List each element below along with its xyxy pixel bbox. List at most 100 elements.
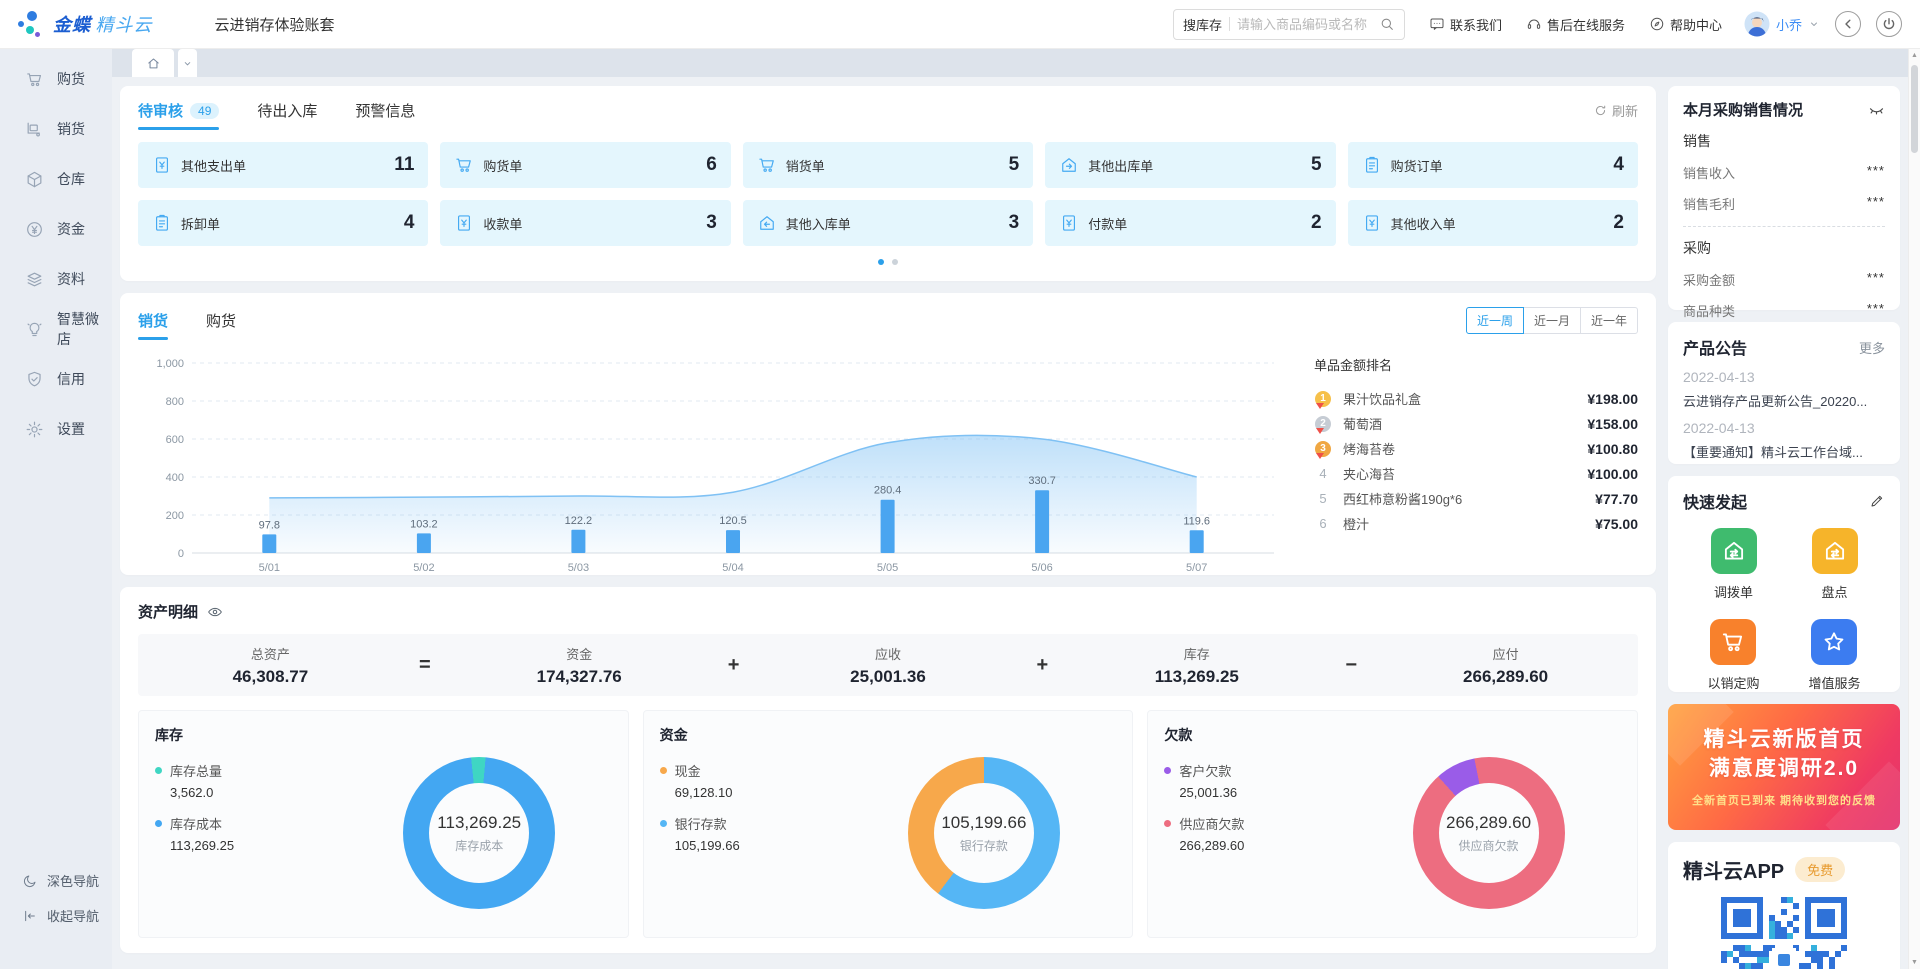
todo-card[interactable]: 拆卸单4: [138, 200, 428, 246]
quick-item-value-added[interactable]: 增值服务: [1808, 619, 1860, 692]
scrollbar[interactable]: ▲ ▼: [1908, 49, 1920, 969]
carousel-dots[interactable]: [138, 259, 1638, 265]
sidebar-item-settings[interactable]: 设置: [0, 404, 112, 454]
sidebar-item-sales[interactable]: 销货: [0, 104, 112, 154]
todo-tab-2[interactable]: 待出入库: [257, 100, 317, 130]
todo-card[interactable]: 销货单5: [743, 142, 1033, 188]
app-panel: 精斗云APP 免费: [1668, 842, 1900, 969]
sidebar-collapse-nav[interactable]: 收起导航: [22, 906, 112, 925]
sidebar-item-materials[interactable]: 资料: [0, 254, 112, 304]
sidebar-item-credit[interactable]: 信用: [0, 354, 112, 404]
todo-tab-1[interactable]: 待审核49: [138, 100, 219, 130]
sell-icon: [25, 120, 44, 139]
contact-link[interactable]: 联系我们: [1429, 15, 1502, 34]
ranking-title: 单品金额排名: [1314, 355, 1638, 374]
survey-banner[interactable]: 精斗云新版首页 满意度调研2.0 全新首页已到来 期待收到您的反馈: [1668, 704, 1900, 830]
scroll-up-arrow[interactable]: ▲: [1911, 52, 1918, 59]
asset-card-title: 库存: [155, 725, 612, 745]
product-amount: ¥158.00: [1587, 416, 1638, 432]
edit-icon[interactable]: [1869, 493, 1885, 509]
filter-1[interactable]: 近一周: [1466, 307, 1524, 334]
carousel-dot[interactable]: [892, 259, 898, 265]
assets-title-row: 资产明细: [138, 601, 1638, 622]
tab-home[interactable]: [132, 49, 174, 77]
right-column: 本月采购销售情况 销售销售收入***销售毛利***采购采购金额***商品种类**…: [1668, 86, 1900, 969]
logout-button[interactable]: [1876, 11, 1902, 37]
todo-card[interactable]: 其他入库单3: [743, 200, 1033, 246]
rank-indicator: 1: [1314, 391, 1332, 407]
scroll-down-arrow[interactable]: ▼: [1911, 959, 1918, 966]
brand-logo[interactable]: 金蝶 精斗云: [18, 10, 152, 38]
ranking-row: 2葡萄酒¥158.00: [1314, 411, 1638, 436]
sidebar-dark-nav[interactable]: 深色导航: [22, 871, 112, 890]
todo-card[interactable]: 付款单2: [1045, 200, 1335, 246]
legend-dot: [1164, 767, 1171, 774]
legend-text: 库存总量: [170, 761, 222, 780]
todo-card[interactable]: 其他支出单11: [138, 142, 428, 188]
search-input[interactable]: [1237, 17, 1372, 32]
asset-card-1: 资金现金69,128.10银行存款105,199.66105,199.66银行存…: [643, 710, 1134, 938]
sidebar-nav: 购货销货仓库资金资料智慧微店信用设置: [0, 54, 112, 454]
search-scope-label[interactable]: 搜库存: [1183, 15, 1222, 34]
svg-text:5/05: 5/05: [877, 562, 898, 574]
todo-card[interactable]: 购货订单4: [1348, 142, 1638, 188]
month-row: 采购金额***: [1683, 270, 1885, 289]
user-menu[interactable]: 小乔: [1744, 11, 1820, 37]
trend-tab-1[interactable]: 销货: [138, 310, 168, 340]
sidebar-footer-label: 深色导航: [47, 871, 99, 890]
todo-card-count: 2: [1613, 212, 1624, 234]
cart-icon: [25, 70, 44, 89]
equation-label: 库存: [1064, 644, 1329, 663]
todo-card[interactable]: 其他出库单5: [1045, 142, 1335, 188]
ranking-row: 6橙汁¥75.00: [1314, 511, 1638, 536]
refresh-button[interactable]: 刷新: [1594, 101, 1638, 129]
announcement-link[interactable]: 云进销存产品更新公告_20220...: [1683, 391, 1885, 410]
todo-card[interactable]: 购货单6: [440, 142, 730, 188]
equation-item: 库存113,269.25: [1064, 644, 1329, 687]
sidebar-item-warehouse[interactable]: 仓库: [0, 154, 112, 204]
product-amount: ¥100.00: [1587, 466, 1638, 482]
quick-item-stocktake[interactable]: 盘点: [1812, 528, 1858, 601]
donut-wrap: 105,199.66银行存款: [851, 753, 1116, 909]
ranking-row: 3烤海苔卷¥100.80: [1314, 436, 1638, 461]
product-amount: ¥198.00: [1587, 391, 1638, 407]
rank-indicator: 2: [1314, 416, 1332, 432]
eye-icon[interactable]: [207, 604, 223, 620]
sidebar-item-purchase[interactable]: 购货: [0, 54, 112, 104]
back-button[interactable]: [1835, 11, 1861, 37]
search-icon[interactable]: [1379, 16, 1395, 32]
moon-icon: [22, 873, 38, 889]
equation-value: 25,001.36: [756, 667, 1021, 687]
sales-trend-panel: 销货购货 近一周近一月近一年 02004006008001,00097.85/0…: [120, 293, 1656, 575]
medal-icon: 3: [1315, 441, 1331, 457]
main-column: 待审核49 待出入库 预警信息 刷新 其他支出单11 购货单6 销货单5 其他出库单5 购货…: [120, 86, 1656, 969]
announcement-link[interactable]: 【重要通知】精斗云工作台域...: [1683, 442, 1885, 461]
todo-card[interactable]: 其他收入单2: [1348, 200, 1638, 246]
tab-dropdown[interactable]: [178, 49, 197, 77]
data-icon: [25, 270, 44, 289]
equation-item: 总资产46,308.77: [138, 644, 403, 687]
scrollbar-thumb[interactable]: [1911, 65, 1918, 153]
legend-entry: 现金69,128.10: [660, 761, 852, 800]
todo-card-count: 3: [706, 212, 717, 234]
ranking-row: 1果汁饮品礼盒¥198.00: [1314, 386, 1638, 411]
equation-label: 应付: [1373, 644, 1638, 663]
filter-3[interactable]: 近一年: [1580, 307, 1638, 334]
inventory-search[interactable]: 搜库存: [1173, 9, 1405, 40]
todo-card-label: 销货单: [786, 156, 825, 175]
more-link[interactable]: 更多: [1859, 338, 1885, 357]
sidebar-item-funds[interactable]: 资金: [0, 204, 112, 254]
filter-2[interactable]: 近一月: [1523, 307, 1581, 334]
todo-card[interactable]: 收款单3: [440, 200, 730, 246]
todo-tab-label: 待审核: [138, 100, 183, 121]
carousel-dot[interactable]: [878, 259, 884, 265]
help-center-link[interactable]: 帮助中心: [1649, 15, 1722, 34]
quick-item-order-by-sales[interactable]: 以销定购: [1707, 619, 1759, 692]
sidebar-item-smart-store[interactable]: 智慧微店: [0, 304, 112, 354]
eye-closed-icon[interactable]: [1868, 101, 1885, 118]
after-sales-link[interactable]: 售后在线服务: [1526, 15, 1625, 34]
trend-tab-2[interactable]: 购货: [206, 310, 236, 340]
todo-tab-3[interactable]: 预警信息: [355, 100, 415, 130]
quick-item-transfer-order[interactable]: 调拨单: [1711, 528, 1757, 601]
donut-chart: 105,199.66银行存款: [908, 757, 1060, 909]
